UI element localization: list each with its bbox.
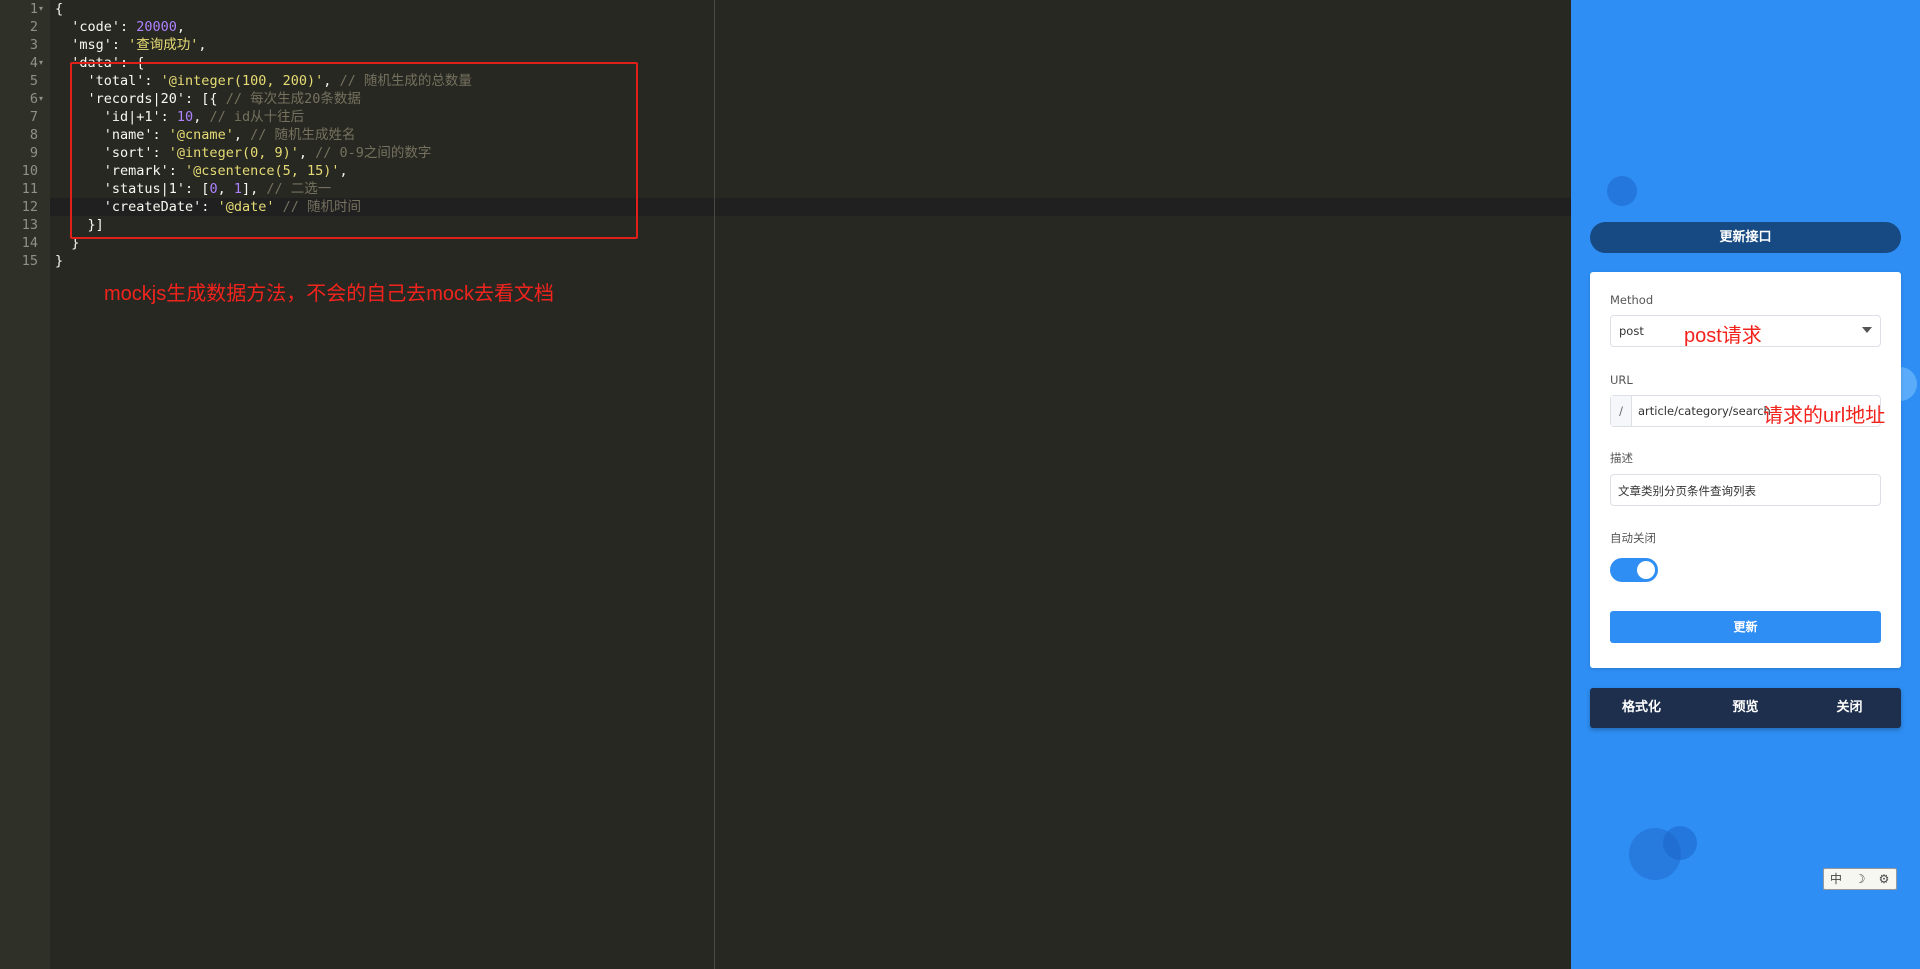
code-token: , <box>176 19 186 35</box>
close-button[interactable]: 关闭 <box>1798 688 1901 728</box>
update-button[interactable]: 更新 <box>1610 611 1881 643</box>
ime-toolbar[interactable]: 中 ☽ ⚙ <box>1817 864 1901 894</box>
update-api-panel: 更新接口 Method post URL / article/category/… <box>1571 0 1920 969</box>
line-number: 14 <box>21 235 38 251</box>
chevron-down-icon <box>1862 327 1872 333</box>
line-number: 8 <box>29 127 38 143</box>
line-number: 11 <box>21 181 38 197</box>
code-token: { <box>55 1 64 17</box>
line-number: 5 <box>29 73 38 89</box>
preview-button[interactable]: 预览 <box>1694 688 1797 728</box>
code-line: { <box>55 0 63 18</box>
ime-toolbar-body: 中 ☽ ⚙ <box>1823 868 1897 890</box>
annotation-highlight-box <box>70 62 638 239</box>
format-button[interactable]: 格式化 <box>1590 688 1693 728</box>
decorative-bubble <box>1663 826 1697 860</box>
code-token: 'msg': <box>55 37 129 53</box>
ime-settings-icon[interactable]: ⚙ <box>1872 869 1896 889</box>
url-annotation: 请求的url地址 <box>1763 405 1886 427</box>
description-input[interactable]: 文章类别分页条件查询列表 <box>1610 474 1881 506</box>
fold-toggle-icon[interactable]: ▾ <box>39 54 43 72</box>
url-label: URL <box>1610 373 1633 387</box>
panel-title: 更新接口 <box>1590 222 1901 253</box>
code-line: 'code': 20000, <box>55 18 185 36</box>
line-number: 6 <box>29 91 38 107</box>
code-token: , <box>198 37 207 53</box>
decorative-bubble <box>1607 176 1637 206</box>
line-number: 4 <box>29 55 38 71</box>
code-line: } <box>55 252 63 270</box>
method-value: post <box>1619 324 1644 338</box>
description-value: 文章类别分页条件查询列表 <box>1618 484 1756 498</box>
line-number: 15 <box>21 253 38 269</box>
code-token: 'code': <box>55 19 137 35</box>
line-number: 12 <box>21 199 38 215</box>
mock-annotation: mockjs生成数据方法，不会的自己去mock去看文档 <box>104 283 555 305</box>
fold-toggle-icon[interactable]: ▾ <box>39 90 43 108</box>
autoclose-toggle[interactable] <box>1610 558 1658 582</box>
autoclose-label: 自动关闭 <box>1610 531 1656 545</box>
url-value: article/category/search <box>1638 404 1771 418</box>
line-number: 2 <box>29 19 38 35</box>
print-margin <box>714 0 715 969</box>
method-label: Method <box>1610 293 1654 307</box>
line-number-gutter: 1 ▾ 2 3 4 ▾ 5 6 ▾ 7 8 9 10 11 12 13 14 15 <box>0 0 50 969</box>
toggle-knob <box>1637 561 1655 579</box>
line-number: 3 <box>29 37 38 53</box>
code-line: 'msg': '查询成功', <box>55 36 207 54</box>
ime-halfwidth-icon[interactable]: ☽ <box>1848 869 1872 889</box>
line-number: 13 <box>21 217 38 233</box>
line-number: 1 <box>29 1 38 17</box>
url-prefix: / <box>1611 396 1632 426</box>
line-number: 10 <box>21 163 38 179</box>
code-token: } <box>55 253 64 269</box>
code-token: '查询成功' <box>128 37 199 53</box>
method-annotation: post请求 <box>1684 325 1762 347</box>
line-number: 7 <box>29 109 38 125</box>
description-label: 描述 <box>1610 451 1633 465</box>
ime-chinese-mode-icon[interactable]: 中 <box>1824 869 1848 889</box>
fold-toggle-icon[interactable]: ▾ <box>39 0 43 18</box>
code-editor[interactable]: 1 ▾ 2 3 4 ▾ 5 6 ▾ 7 8 9 10 11 12 13 14 15 { 'code': 20000… <box>0 0 1571 969</box>
action-bar: 格式化 预览 关闭 <box>1590 688 1901 728</box>
code-token: 20000 <box>136 19 177 35</box>
line-number: 9 <box>29 145 38 161</box>
